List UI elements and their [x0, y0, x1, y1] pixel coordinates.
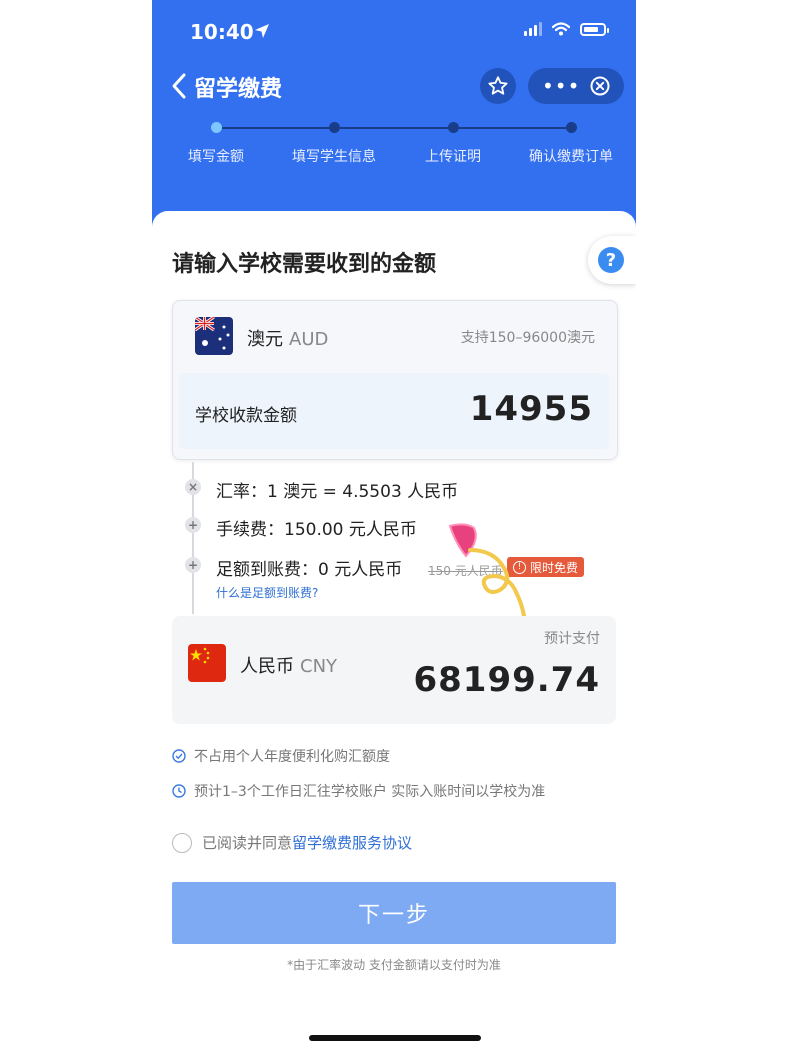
step-dot-2: [329, 122, 340, 133]
status-indicators: [524, 22, 609, 36]
nav-title: 留学缴费: [194, 77, 283, 102]
agreement-checkbox[interactable]: [172, 832, 192, 853]
timing-note-text: 预计1–3个工作日汇往学校账户 实际入账时间以学校为准: [194, 784, 546, 800]
next-step-button[interactable]: 下一步: [172, 882, 616, 944]
china-flag-icon: [188, 644, 226, 682]
timing-note: 预计1–3个工作日汇往学校账户 实际入账时间以学校为准: [172, 781, 545, 801]
step-dot-1: [211, 122, 222, 133]
amount-value[interactable]: 14955: [470, 389, 593, 429]
back-chevron-icon[interactable]: [170, 72, 190, 100]
step-label-upload-proof: 上传证明: [425, 149, 481, 165]
full-arrival-fee-help-link[interactable]: 什么是足额到账费?: [216, 584, 318, 601]
steps-progress-line: [216, 127, 572, 129]
star-icon: [488, 76, 508, 95]
amount-range-hint: 支持150–96000澳元: [460, 330, 595, 346]
free-badge-label: 限时免费: [530, 560, 579, 575]
full-arrival-fee-text: 足额到账费：0 元人民币: [216, 560, 403, 580]
rate-disclaimer: *由于汇率波动 支付金额请以支付时为准: [287, 958, 501, 972]
more-icon[interactable]: •••: [542, 76, 580, 96]
location-arrow-icon: [255, 24, 269, 38]
help-button[interactable]: ?: [588, 236, 636, 284]
target-currency-box: 人民币 CNY 预计支付 68199.74: [172, 616, 616, 724]
agreement-prefix: 已阅读并同意: [202, 834, 293, 852]
source-currency-box: 澳元 AUD 支持150–96000澳元 学校收款金额 14955: [172, 300, 618, 460]
favorite-button[interactable]: [480, 68, 516, 104]
target-currency-name: 人民币 CNY: [240, 652, 337, 678]
miniapp-capsule: •••: [528, 68, 624, 104]
agreement-row: 已阅读并同意留学缴费服务协议: [172, 832, 412, 853]
quota-note: 不占用个人年度便利化购汇额度: [172, 746, 390, 766]
step-dot-3: [448, 122, 459, 133]
status-time: 10:40: [190, 20, 254, 44]
step-label-amount: 填写金额: [188, 149, 244, 165]
australia-flag-icon: [195, 317, 233, 355]
agreement-link[interactable]: 留学缴费服务协议: [292, 834, 412, 852]
step-label-student-info: 填写学生信息: [292, 149, 376, 165]
plus-icon: +: [185, 557, 201, 573]
wifi-icon: [552, 22, 570, 36]
estimated-payment-label: 预计支付: [544, 631, 600, 647]
source-currency-name: 澳元 AUD: [247, 325, 328, 351]
clock-icon: [172, 784, 186, 798]
phone-screen: 10:40 留学缴费 ••• 填写金额 填写学生信息 上传证明 确认缴费订单 ?…: [152, 0, 636, 1051]
close-circle-icon[interactable]: [590, 76, 610, 96]
currency-code: CNY: [300, 656, 338, 677]
exchange-rate-text: 汇率：1 澳元 = 4.5503 人民币: [216, 482, 459, 502]
home-indicator: [309, 1035, 481, 1041]
step-label-confirm-order: 确认缴费订单: [529, 149, 613, 165]
currency-name-text: 澳元: [247, 329, 283, 350]
service-fee-text: 手续费：150.00 元人民币: [216, 520, 417, 540]
currency-name-text: 人民币: [240, 656, 294, 677]
agreement-text: 已阅读并同意留学缴费服务协议: [202, 832, 412, 853]
quota-note-text: 不占用个人年度便利化购汇额度: [194, 749, 390, 765]
cellular-signal-icon: [524, 22, 542, 36]
amount-input-field[interactable]: 学校收款金额 14955: [179, 373, 609, 449]
battery-icon: [580, 22, 609, 36]
amount-label: 学校收款金额: [195, 406, 297, 426]
page-title: 请输入学校需要收到的金额: [172, 252, 437, 277]
check-circle-icon: [172, 749, 186, 763]
multiply-icon: ×: [185, 479, 201, 495]
currency-code: AUD: [289, 329, 329, 350]
plus-icon: +: [185, 517, 201, 533]
step-dot-4: [566, 122, 577, 133]
handdrawn-heart-arrow-doodle: [448, 523, 526, 618]
question-icon: ?: [598, 247, 624, 273]
estimated-payment-value: 68199.74: [413, 660, 600, 700]
